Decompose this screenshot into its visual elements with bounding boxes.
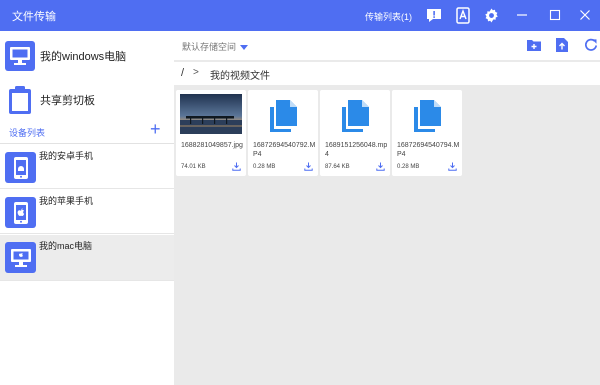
- file-icon: [267, 98, 299, 132]
- storage-select[interactable]: 默认存储空间: [182, 40, 249, 53]
- file-name: 1688281049857.jpg: [181, 142, 243, 149]
- breadcrumb: / > 我的视频文件: [174, 61, 600, 85]
- feedback-icon[interactable]: [425, 6, 443, 24]
- device-label: 我的安卓手机: [39, 151, 94, 161]
- file-name: 16872694540794.MP4: [397, 142, 460, 158]
- chevron-down-icon: [240, 45, 249, 51]
- gear-icon[interactable]: [482, 6, 500, 24]
- toolbar: 默认存储空间: [174, 31, 600, 60]
- app-title: 文件传输: [12, 11, 56, 23]
- main-panel: 默认存储空间 / > 我的视频文件 1688281049857.jpg 74.0…: [174, 31, 600, 385]
- download-icon[interactable]: [376, 162, 385, 171]
- device-label: 我的mac电脑: [39, 241, 93, 251]
- title-bar: 文件传输 传输列表(1): [0, 0, 600, 31]
- file-name: 1689151256048.mp4: [325, 142, 388, 158]
- sidebar-item-my-pc[interactable]: 我的windows电脑: [0, 34, 174, 78]
- breadcrumb-current[interactable]: 我的视频文件: [210, 67, 270, 82]
- device-item-iphone[interactable]: 我的苹果手机: [0, 190, 174, 234]
- breadcrumb-root[interactable]: /: [181, 67, 184, 79]
- file-size: 87.64 KB: [325, 164, 350, 170]
- download-icon[interactable]: [304, 162, 313, 171]
- file-icon: [339, 98, 371, 132]
- sidebar-item-label: 我的windows电脑: [40, 51, 127, 63]
- image-thumbnail: [180, 94, 242, 134]
- file-icon: [411, 98, 443, 132]
- file-card[interactable]: 1689151256048.mp4 87.64 KB: [320, 90, 390, 176]
- new-folder-icon[interactable]: [526, 37, 542, 53]
- apple-desktop-icon: [5, 242, 36, 273]
- sidebar-item-label: 共享剪切板: [40, 95, 95, 107]
- add-device-button[interactable]: +: [150, 120, 161, 138]
- file-card[interactable]: 1688281049857.jpg 74.01 KB: [176, 90, 246, 176]
- breadcrumb-separator: >: [193, 67, 199, 78]
- device-label: 我的苹果手机: [39, 196, 94, 206]
- sidebar-item-clipboard[interactable]: 共享剪切板: [0, 78, 174, 122]
- device-list-header: 设备列表 +: [0, 120, 174, 144]
- file-size: 0.28 MB: [397, 164, 420, 170]
- apple-icon: [5, 197, 36, 228]
- device-item-android[interactable]: 我的安卓手机: [0, 145, 174, 189]
- clipboard-icon: [8, 85, 32, 115]
- file-card[interactable]: 16872694540792.MP4 0.28 MB: [248, 90, 318, 176]
- download-icon[interactable]: [448, 162, 457, 171]
- transfer-list-link[interactable]: 传输列表(1): [365, 10, 412, 23]
- sidebar: 我的windows电脑 共享剪切板 设备列表 + 我的安卓手机 我的苹果手机 我…: [0, 31, 174, 385]
- maximize-icon[interactable]: [546, 6, 564, 24]
- storage-label: 默认存储空间: [182, 42, 237, 52]
- file-size: 74.01 KB: [181, 164, 206, 170]
- upload-icon[interactable]: [555, 37, 571, 53]
- file-name: 16872694540792.MP4: [253, 142, 316, 158]
- android-icon: [5, 152, 36, 183]
- minimize-icon[interactable]: [513, 6, 531, 24]
- device-item-mac[interactable]: 我的mac电脑: [0, 235, 174, 281]
- file-size: 0.28 MB: [253, 164, 276, 170]
- refresh-icon[interactable]: [583, 37, 599, 53]
- close-icon[interactable]: [576, 6, 594, 24]
- font-size-icon[interactable]: [454, 6, 472, 24]
- computer-icon: [5, 41, 35, 71]
- device-list-label: 设备列表: [9, 128, 46, 138]
- file-card[interactable]: 16872694540794.MP4 0.28 MB: [392, 90, 462, 176]
- download-icon[interactable]: [232, 162, 241, 171]
